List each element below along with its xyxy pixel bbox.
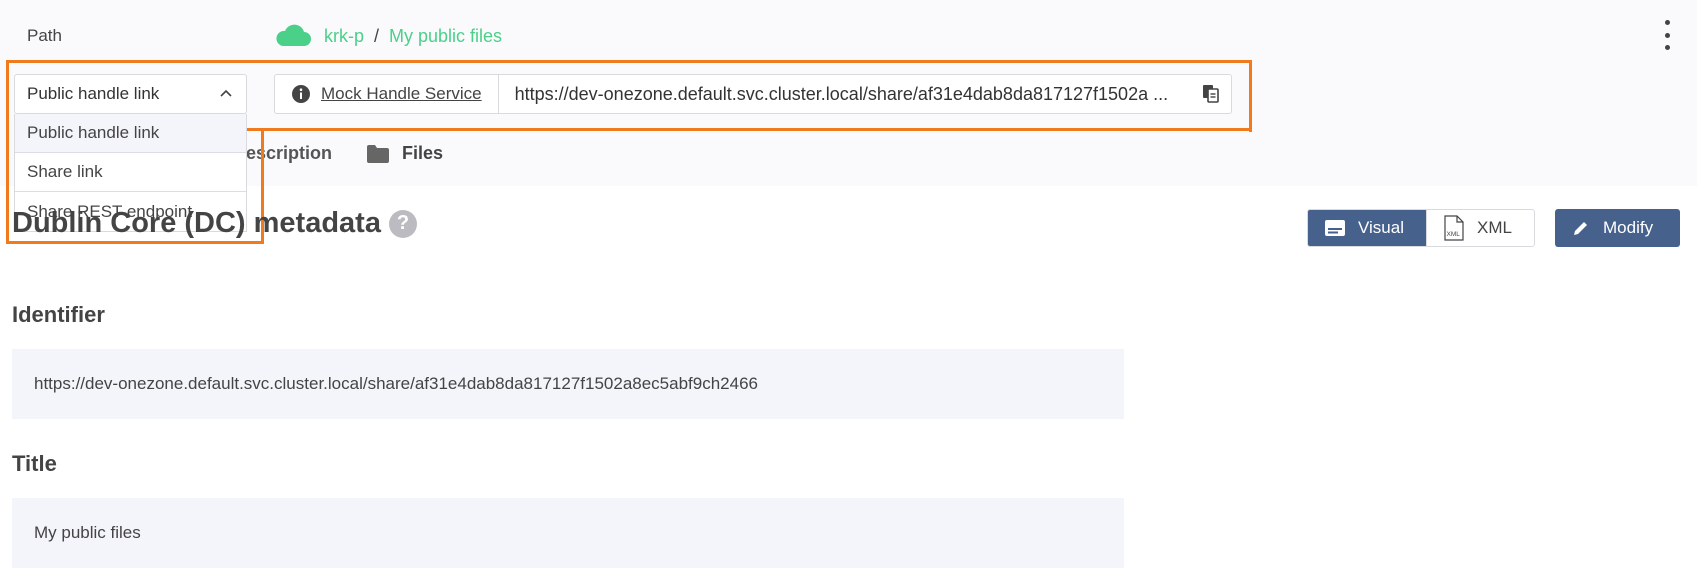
tab-files[interactable]: Files <box>366 143 443 164</box>
visual-mode-button[interactable]: Visual <box>1308 210 1426 246</box>
svg-text:XML: XML <box>1447 231 1461 238</box>
xml-file-icon: XML <box>1444 215 1464 241</box>
identifier-value: https://dev-onezone.default.svc.cluster.… <box>12 349 1124 419</box>
handle-url-field[interactable]: https://dev-onezone.default.svc.cluster.… <box>499 75 1191 113</box>
cloud-icon <box>276 24 311 46</box>
metadata-view-toggle: Visual XML XML <box>1307 209 1535 247</box>
metadata-title: Dublin Core (DC) metadata ? <box>12 207 417 240</box>
xml-mode-button[interactable]: XML XML <box>1426 210 1534 246</box>
tab-files-label: Files <box>402 143 444 163</box>
option-share-link[interactable]: Share link <box>15 153 246 192</box>
option-public-handle-link[interactable]: Public handle link <box>15 114 246 153</box>
copy-icon[interactable] <box>1191 75 1231 113</box>
link-type-select[interactable]: Public handle link <box>14 74 247 114</box>
share-page: Path krk-p / My public files Public hand… <box>0 0 1697 584</box>
handle-service-name[interactable]: Mock Handle Service <box>321 84 482 104</box>
breadcrumb-share[interactable]: My public files <box>389 26 502 47</box>
tab-description[interactable]: Description <box>247 143 332 164</box>
title-label: Title <box>12 451 57 476</box>
handle-service-label: Mock Handle Service <box>275 75 499 113</box>
modify-button[interactable]: Modify <box>1555 209 1680 247</box>
kebab-menu-icon[interactable] <box>1660 20 1674 50</box>
link-type-selected-label: Public handle link <box>27 84 160 103</box>
pencil-icon <box>1574 222 1587 235</box>
breadcrumb: krk-p / My public files <box>274 22 502 50</box>
help-icon[interactable]: ? <box>388 209 417 238</box>
xml-mode-label: XML <box>1477 218 1512 237</box>
breadcrumb-space[interactable]: krk-p <box>324 26 364 47</box>
identifier-label: Identifier <box>12 302 105 327</box>
breadcrumb-separator: / <box>374 25 380 46</box>
folder-icon <box>367 144 389 163</box>
visual-icon <box>1325 220 1345 236</box>
visual-mode-label: Visual <box>1358 218 1404 237</box>
path-label: Path <box>27 26 62 45</box>
title-value: My public files <box>12 498 1124 568</box>
metadata-title-text: Dublin Core (DC) metadata <box>12 207 381 239</box>
copy-icon-glyph <box>1203 85 1219 103</box>
modify-button-label: Modify <box>1603 218 1654 237</box>
chevron-up-icon <box>220 89 232 97</box>
handle-url-box: Mock Handle Service https://dev-onezone.… <box>274 74 1232 114</box>
info-icon <box>292 85 310 103</box>
